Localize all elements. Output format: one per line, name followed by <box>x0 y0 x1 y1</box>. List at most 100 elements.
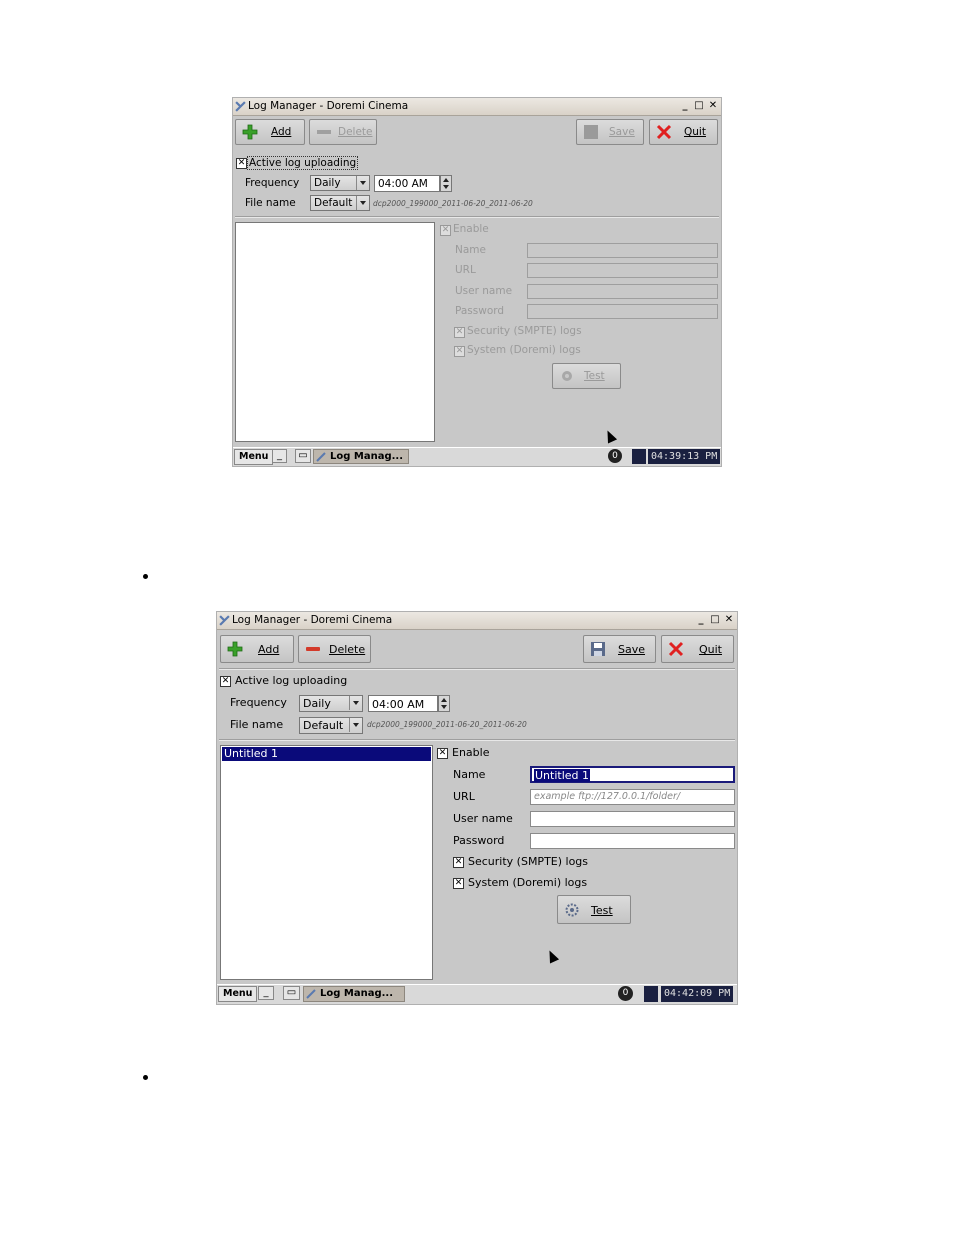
add-label: Add <box>271 126 292 138</box>
password-field[interactable] <box>530 833 735 849</box>
test-label: Test <box>591 904 613 917</box>
active-log-label: Active log uploading <box>235 674 348 687</box>
enable-label: Enable <box>452 746 490 759</box>
taskbar-task-log-manager[interactable]: Log Manag... <box>303 986 405 1002</box>
close-button[interactable]: ✕ <box>707 100 719 112</box>
quit-label: Quit <box>699 643 722 656</box>
taskbar-menu-button[interactable]: Menu <box>218 986 258 1002</box>
chevron-down-icon <box>349 718 362 732</box>
app-icon <box>316 452 326 462</box>
delete-button[interactable]: Delete <box>298 635 371 663</box>
time-input[interactable]: 04:00 AM <box>374 175 440 192</box>
gear-icon <box>565 903 579 917</box>
system-logs-label: System (Doremi) logs <box>467 344 581 356</box>
system-logs-checkbox[interactable]: ✕ <box>454 346 465 357</box>
close-button[interactable]: ✕ <box>723 614 735 626</box>
quit-label: Quit <box>684 126 706 138</box>
minimize-button[interactable]: _ <box>679 100 691 112</box>
name-field[interactable]: Untitled 1 <box>530 766 735 783</box>
title-bar: Log Manager - Doremi Cinema _ □ ✕ <box>233 98 721 116</box>
add-label: Add <box>258 643 280 656</box>
taskbar: Menu _ ▭ Log Manag... 0 04:42:09 PM <box>217 984 737 1004</box>
taskbar-menu-button[interactable]: Menu <box>234 449 274 465</box>
arrow-up-icon <box>443 178 449 182</box>
window-list-icon[interactable]: ▭ <box>283 986 300 1000</box>
filename-select[interactable]: Default <box>310 195 370 211</box>
list-item[interactable]: Untitled 1 <box>222 747 431 761</box>
gear-icon <box>562 371 572 381</box>
add-button[interactable]: Add <box>235 119 305 145</box>
maximize-button[interactable]: □ <box>693 100 705 112</box>
active-log-label: Active log uploading <box>247 156 359 170</box>
name-label: Name <box>453 768 486 781</box>
maximize-button[interactable]: □ <box>709 614 721 626</box>
divider <box>219 739 735 741</box>
filename-value: Default <box>303 719 344 732</box>
username-label: User name <box>453 812 513 825</box>
time-spinner[interactable] <box>440 175 452 192</box>
floppy-icon <box>591 642 605 656</box>
active-log-checkbox[interactable]: ✕ <box>236 158 247 169</box>
window-list-icon[interactable]: ▭ <box>295 449 311 463</box>
url-placeholder: example ftp://127.0.0.1/folder/ <box>534 791 681 802</box>
system-logs-checkbox[interactable]: ✕ <box>453 878 464 889</box>
chevron-down-icon <box>349 696 362 710</box>
notification-icon[interactable]: 0 <box>608 449 622 463</box>
security-logs-checkbox[interactable]: ✕ <box>454 327 465 338</box>
chevron-down-icon <box>356 196 369 210</box>
filename-example: dcp2000_199000_2011-06-20_2011-06-20 <box>373 199 533 208</box>
bullet-point <box>143 1075 148 1080</box>
divider <box>219 668 735 670</box>
clock: 04:42:09 PM <box>661 986 734 1002</box>
password-label: Password <box>455 305 505 317</box>
filename-select[interactable]: Default <box>299 717 363 734</box>
window-title: Log Manager - Doremi Cinema <box>248 100 409 112</box>
url-field[interactable]: example ftp://127.0.0.1/folder/ <box>530 789 735 805</box>
time-input[interactable]: 04:00 AM <box>368 695 438 712</box>
security-logs-label: Security (SMPTE) logs <box>468 855 589 868</box>
save-button[interactable]: Save <box>583 635 656 663</box>
enable-checkbox[interactable]: ✕ <box>440 225 451 236</box>
screenshot-entry-added: Log Manager - Doremi Cinema _ □ ✕ Add De… <box>217 612 737 1004</box>
time-value: 04:00 AM <box>378 178 428 190</box>
username-label: User name <box>455 285 513 297</box>
frequency-label: Frequency <box>230 696 287 709</box>
password-field[interactable] <box>527 304 718 319</box>
frequency-select[interactable]: Daily <box>310 175 370 191</box>
quit-button[interactable]: Quit <box>649 119 718 145</box>
enable-checkbox[interactable]: ✕ <box>437 748 448 759</box>
active-log-checkbox[interactable]: ✕ <box>220 676 231 687</box>
mouse-cursor <box>602 428 618 444</box>
filename-example: dcp2000_199000_2011-06-20_2011-06-20 <box>367 720 527 729</box>
save-button[interactable]: Save <box>576 119 644 145</box>
security-logs-checkbox[interactable]: ✕ <box>453 857 464 868</box>
divider <box>235 216 719 218</box>
taskbar-task-label: Log Manag... <box>320 988 394 999</box>
minimize-button[interactable]: _ <box>695 614 707 626</box>
arrow-up-icon <box>441 698 447 702</box>
taskbar-task-log-manager[interactable]: Log Manag... <box>313 449 409 464</box>
delete-button[interactable]: Delete <box>309 119 377 145</box>
show-desktop-button[interactable]: _ <box>272 449 287 463</box>
destination-list[interactable]: Untitled 1 <box>220 745 433 980</box>
username-field[interactable] <box>527 284 718 299</box>
test-label: Test <box>584 370 605 382</box>
url-label: URL <box>455 264 476 276</box>
frequency-value: Daily <box>314 177 341 189</box>
notification-icon[interactable]: 0 <box>618 986 633 1001</box>
url-field[interactable] <box>527 263 718 278</box>
test-button[interactable]: Test <box>552 363 621 389</box>
time-spinner[interactable] <box>438 695 450 712</box>
destination-list[interactable] <box>235 222 435 442</box>
username-field[interactable] <box>530 811 735 827</box>
name-field[interactable] <box>527 243 718 258</box>
screenshot-initial: Log Manager - Doremi Cinema _ □ ✕ Add De… <box>233 98 721 466</box>
add-button[interactable]: Add <box>220 635 294 663</box>
test-button[interactable]: Test <box>557 895 631 924</box>
red-x-icon <box>656 124 672 140</box>
mouse-cursor <box>544 948 560 964</box>
system-logs-label: System (Doremi) logs <box>468 876 588 889</box>
frequency-select[interactable]: Daily <box>299 695 363 712</box>
show-desktop-button[interactable]: _ <box>258 986 274 1000</box>
quit-button[interactable]: Quit <box>661 635 734 663</box>
